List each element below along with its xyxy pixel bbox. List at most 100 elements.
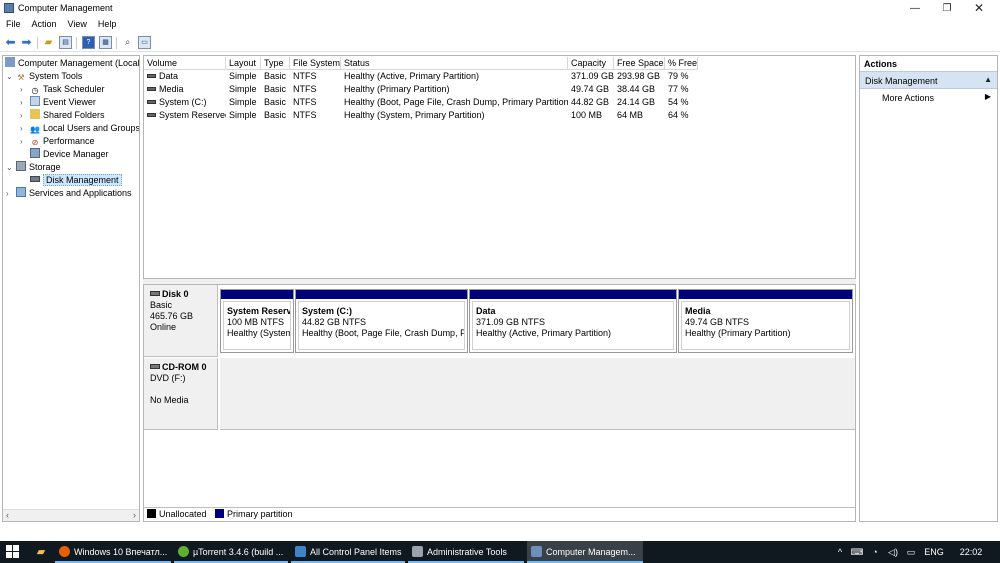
chevron-down-icon[interactable]: ⌄ [6,161,16,174]
chevron-right-icon[interactable]: › [20,96,30,109]
tree-item-task-scheduler[interactable]: › ◷ Task Scheduler [20,83,105,96]
minimize-button[interactable]: — [900,0,930,17]
table-cell: NTFS [293,84,317,94]
chevron-right-icon[interactable]: › [20,109,30,122]
forward-icon[interactable]: ➡ [20,36,33,49]
tree-item-device-manager[interactable]: Device Manager [20,148,109,161]
tree-item-local-users[interactable]: › 👥 Local Users and Groups [20,122,139,135]
primary-partition-bar [221,290,293,299]
start-button[interactable] [6,545,20,559]
partition-media[interactable]: Media 49.74 GB NTFS Healthy (Primary Parti… [678,289,853,353]
close-button[interactable]: ✕ [964,0,994,17]
table-cell: 79 % [668,71,689,81]
table-cell: 54 % [668,97,689,107]
table-row-data[interactable]: Data [144,70,226,83]
tree-horizontal-scrollbar[interactable]: ‹ › [3,509,139,521]
actions-section-disk-management[interactable]: Disk Management ▲ [860,71,997,89]
table-cell: 24.14 GB [617,97,656,107]
tree-item-performance[interactable]: › ⊘ Performance [20,135,95,148]
column-header-capacity[interactable]: Capacity [568,57,614,70]
column-header-layout[interactable]: Layout [226,57,261,70]
keyboard-icon[interactable]: ⌨ [850,541,864,563]
restore-button[interactable]: ❐ [932,0,962,17]
network-icon[interactable]: ◔ [868,541,882,563]
column-header-status[interactable]: Status [341,57,568,70]
properties-icon[interactable]: ▦ [99,36,112,49]
tree-item-disk-management[interactable]: Disk Management [20,174,122,187]
taskbar-item-firefox[interactable]: Windows 10 Впечатл... [55,541,171,563]
chevron-down-icon[interactable]: ⌄ [6,70,16,83]
partition-system-c[interactable]: System (C:) 44.82 GB NTFS Healthy (Boot, P… [295,289,468,353]
users-icon: 👥 [30,125,40,134]
volume-icon [147,100,156,104]
clock[interactable]: 22:02 [956,541,986,563]
column-header-free-space[interactable]: Free Space [614,57,665,70]
taskbar-item-administrative-tools[interactable]: Administrative Tools [408,541,524,563]
language-indicator[interactable]: ENG [922,541,946,563]
column-header-percent-free[interactable]: % Free [665,57,698,70]
more-actions-item[interactable]: More Actions ▶ [860,89,997,106]
chevron-right-icon[interactable]: › [20,122,30,135]
table-cell: Healthy (System, Primary Partition) [344,110,485,120]
primary-partition-bar [679,290,852,299]
collapse-icon[interactable]: ▲ [984,75,992,84]
computer-management-icon [4,3,14,13]
volume-icon[interactable]: ◁) [886,541,900,563]
table-cell: 38.44 GB [617,84,656,94]
table-row-media[interactable]: Media [144,83,226,96]
column-header-file-system[interactable]: File System [290,57,341,70]
up-folder-icon[interactable]: ▰ [42,36,55,49]
toolbar-separator [116,37,117,49]
table-cell: NTFS [293,97,317,107]
tree-item-shared-folders[interactable]: › Shared Folders [20,109,105,122]
menu-view[interactable]: View [62,17,92,29]
disk-management-icon [30,176,40,182]
table-row-system-c[interactable]: System (C:) [144,96,226,109]
tree-item-services-applications[interactable]: › Services and Applications [6,187,132,200]
table-cell: 77 % [668,84,689,94]
back-icon[interactable]: ⬅ [4,36,17,49]
scroll-right-icon[interactable]: › [133,510,136,520]
notification-icon[interactable]: ▭ [904,541,918,563]
taskbar-item-utorrent[interactable]: µTorrent 3.4.6 (build ... [174,541,288,563]
cdrom-0-area[interactable] [220,358,855,430]
disk-graphical-view: Disk 0 Basic 465.76 GB Online System Res… [143,284,856,522]
show-hide-tree-icon[interactable]: ▤ [59,36,72,49]
taskbar-item-computer-management[interactable]: Computer Managem... [527,541,643,563]
connect-icon[interactable]: ⌕ [121,36,134,49]
scroll-left-icon[interactable]: ‹ [6,510,9,520]
tree-item-event-viewer[interactable]: › Event Viewer [20,96,96,109]
volume-icon [147,87,156,91]
menu-help[interactable]: Help [92,17,122,29]
table-cell: NTFS [293,110,317,120]
toolbar-separator [76,37,77,49]
chevron-up-icon[interactable]: ^ [834,541,846,563]
column-header-type[interactable]: Type [261,57,290,70]
file-explorer-icon[interactable]: ▰ [34,545,48,559]
table-cell: 44.82 GB [571,97,610,107]
chevron-right-icon[interactable]: › [6,187,16,200]
utorrent-icon [178,546,189,557]
tree-item-storage[interactable]: ⌄ Storage [6,161,61,174]
chevron-right-icon[interactable]: › [20,135,30,148]
tree-item-system-tools[interactable]: ⌄ ⚒ System Tools [6,70,82,83]
menu-action[interactable]: Action [26,17,62,29]
cdrom-name: CD-ROM 0 [162,362,207,372]
volume-list: Volume Layout Type File System Status Ca… [143,55,856,279]
table-cell: Basic [264,71,287,81]
taskbar-item-control-panel[interactable]: All Control Panel Items [291,541,405,563]
disk-0-label[interactable]: Disk 0 Basic 465.76 GB Online [144,285,218,357]
table-row-system-reserved[interactable]: System Reserved [144,109,226,122]
menu-file[interactable]: File [0,17,26,29]
chevron-right-icon[interactable]: › [20,83,30,96]
table-cell: 100 MB [571,110,603,120]
toolbar-separator [37,37,38,49]
cdrom-0-label[interactable]: CD-ROM 0 DVD (F:) No Media [144,358,218,430]
view-icon[interactable]: ▭ [138,36,151,49]
computer-icon [5,57,15,67]
tree-item-computer-management[interactable]: Computer Management (Local [5,57,139,70]
partition-data[interactable]: Data 371.09 GB NTFS Healthy (Active, Prima… [469,289,677,353]
help-icon[interactable]: ? [82,36,95,49]
column-header-volume[interactable]: Volume [144,57,226,70]
partition-system-reserved[interactable]: System Reserve 100 MB NTFS Healthy (System [220,289,294,353]
